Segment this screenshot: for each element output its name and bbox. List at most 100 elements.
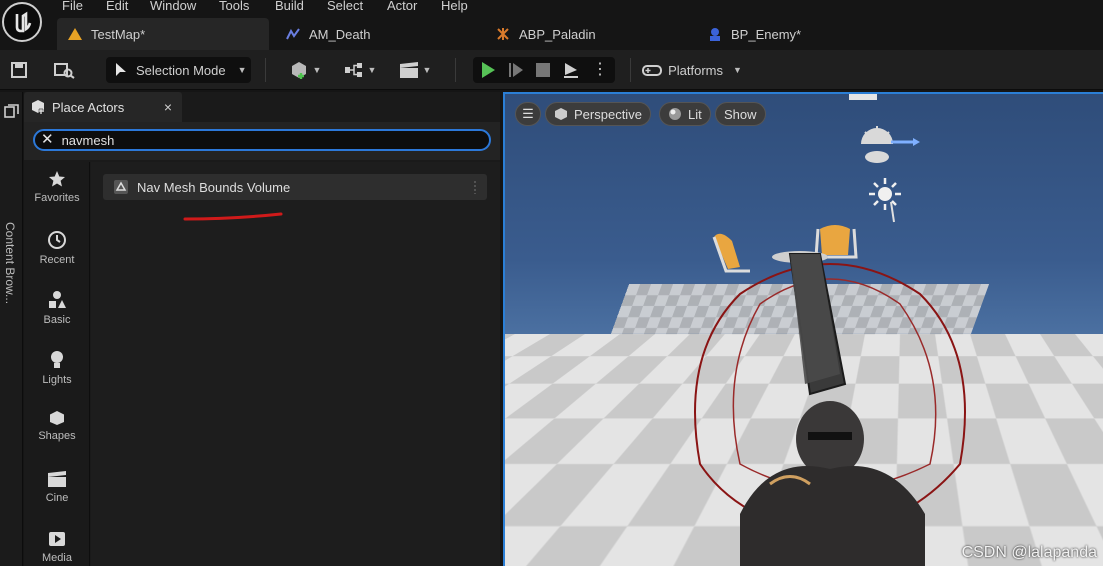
perspective-button[interactable]: Perspective: [545, 102, 651, 126]
basic-shapes-icon: [49, 291, 66, 308]
stop-icon[interactable]: [536, 63, 550, 77]
tab-am-death[interactable]: AM_Death: [275, 18, 475, 50]
cursor-icon: [116, 63, 126, 76]
menu-build[interactable]: Build: [275, 0, 304, 13]
watermark-text: CSDN @lalapanda: [961, 544, 1097, 561]
menu-actor[interactable]: Actor: [387, 0, 417, 13]
content-browser-icon[interactable]: [4, 104, 19, 118]
browse-content-button[interactable]: [50, 57, 78, 83]
platforms-label: Platforms: [668, 62, 723, 78]
category-recent[interactable]: Recent: [24, 230, 90, 266]
search-results: Nav Mesh Bounds Volume: [91, 162, 500, 566]
skip-frame-icon[interactable]: [508, 61, 524, 79]
tab-bp-enemy[interactable]: BP_Enemy*: [697, 18, 897, 50]
menu-select[interactable]: Select: [327, 0, 363, 13]
panel-title: Place Actors: [52, 99, 125, 115]
star-icon: [49, 171, 65, 187]
play-controls: ⋮: [473, 57, 615, 83]
media-icon: [49, 532, 65, 546]
blueprint-icon: [710, 28, 720, 41]
menu-bar: File Edit Window Tools Build Select Acto…: [0, 0, 1103, 14]
menu-help[interactable]: Help: [441, 0, 468, 13]
toolbar-divider: [630, 58, 631, 82]
cinematics-button[interactable]: ▼: [395, 57, 435, 83]
document-tab-bar: TestMap* AM_Death ABP_Paladin BP_Enemy*: [0, 18, 1103, 50]
play-icon[interactable]: [480, 61, 496, 79]
tab-label: ABP_Paladin: [519, 26, 596, 42]
category-label: Cine: [45, 492, 69, 504]
eject-icon[interactable]: [562, 61, 580, 79]
clapperboard-icon: [399, 62, 418, 78]
category-column: Favorites Recent Basic Lights Shapes Cin…: [24, 162, 90, 566]
blueprints-button[interactable]: ▼: [340, 57, 380, 83]
blueprint-graph-icon: [344, 63, 362, 77]
category-favorites[interactable]: Favorites: [24, 170, 90, 204]
panel-search-bar: ✕: [24, 122, 500, 160]
chevron-down-icon: ▼: [422, 65, 432, 75]
menu-window[interactable]: Window: [150, 0, 196, 13]
category-media[interactable]: Media: [24, 530, 90, 564]
menu-tools[interactable]: Tools: [219, 0, 249, 13]
browse-icon: [54, 63, 75, 79]
category-label: Lights: [42, 374, 72, 386]
sky-light-icon: [861, 126, 920, 163]
search-input[interactable]: [61, 132, 462, 148]
drag-handle-icon[interactable]: [473, 180, 477, 194]
chevron-down-icon: ▼: [732, 65, 742, 75]
actor-result-nav-mesh-bounds-volume[interactable]: Nav Mesh Bounds Volume: [103, 174, 487, 200]
lit-button[interactable]: Lit: [659, 102, 711, 126]
category-label: Shapes: [38, 430, 76, 442]
selection-mode-label: Selection Mode: [136, 62, 226, 78]
add-cube-icon: [291, 62, 306, 79]
clock-icon: [48, 231, 66, 249]
category-shapes[interactable]: Shapes: [24, 410, 90, 442]
show-label: Show: [724, 106, 757, 122]
close-icon[interactable]: ×: [164, 99, 172, 115]
result-label: Nav Mesh Bounds Volume: [137, 179, 291, 195]
save-icon: [11, 62, 27, 78]
selection-mode-dropdown[interactable]: Selection Mode ▼: [106, 57, 251, 83]
category-basic[interactable]: Basic: [24, 290, 90, 326]
menu-edit[interactable]: Edit: [106, 0, 128, 13]
search-box[interactable]: ✕: [33, 129, 491, 151]
toolbar-divider: [265, 58, 266, 82]
category-label: Media: [42, 552, 72, 564]
add-actor-button[interactable]: ▼: [284, 57, 326, 83]
cube-icon: [50, 411, 64, 425]
level-viewport[interactable]: ☰ Perspective Lit Show CSDN @lalapanda: [503, 92, 1103, 566]
menu-file[interactable]: File: [62, 0, 83, 13]
place-actors-icon: [32, 100, 44, 114]
category-cine[interactable]: Cine: [24, 470, 90, 504]
directional-light-icon: [869, 178, 901, 223]
light-bulb-icon: [51, 351, 63, 368]
content-browser-tab[interactable]: Content Brow...: [3, 222, 17, 304]
category-lights[interactable]: Lights: [24, 350, 90, 386]
red-underline-annotation: [183, 212, 283, 221]
save-button[interactable]: [6, 57, 32, 83]
tab-label: BP_Enemy*: [731, 26, 802, 42]
show-button[interactable]: Show: [715, 102, 766, 126]
paladin-character: [694, 253, 966, 566]
gamepad-icon: [642, 65, 663, 76]
volume-icon: [114, 180, 128, 194]
place-actors-tab[interactable]: Place Actors ×: [24, 92, 182, 122]
lit-sphere-icon: [669, 108, 681, 120]
toolbar-divider: [455, 58, 456, 82]
player-start-icon: [505, 364, 623, 450]
lit-label: Lit: [688, 106, 702, 122]
clear-search-icon[interactable]: ✕: [41, 132, 54, 147]
tab-testmap[interactable]: TestMap*: [57, 18, 269, 50]
tab-abp-paladin[interactable]: ABP_Paladin: [485, 18, 685, 50]
tab-label: AM_Death: [309, 26, 371, 42]
place-actors-panel: Place Actors × ✕ Favorites Recent Basic …: [24, 92, 500, 566]
chevron-down-icon: ▼: [312, 65, 322, 75]
category-label: Basic: [43, 314, 71, 326]
hamburger-icon: ☰: [522, 106, 534, 121]
more-options-icon[interactable]: ⋮: [592, 62, 608, 78]
main-toolbar: Selection Mode ▼ ▼ ▼ ▼ ⋮ Platforms ▼: [0, 50, 1103, 90]
viewport-menu-button[interactable]: ☰: [515, 102, 541, 126]
unreal-logo-icon[interactable]: [2, 2, 42, 42]
left-sidebar-strip: Content Brow...: [0, 92, 23, 566]
platforms-dropdown[interactable]: Platforms ▼: [642, 57, 742, 83]
tab-label: TestMap*: [91, 26, 146, 42]
